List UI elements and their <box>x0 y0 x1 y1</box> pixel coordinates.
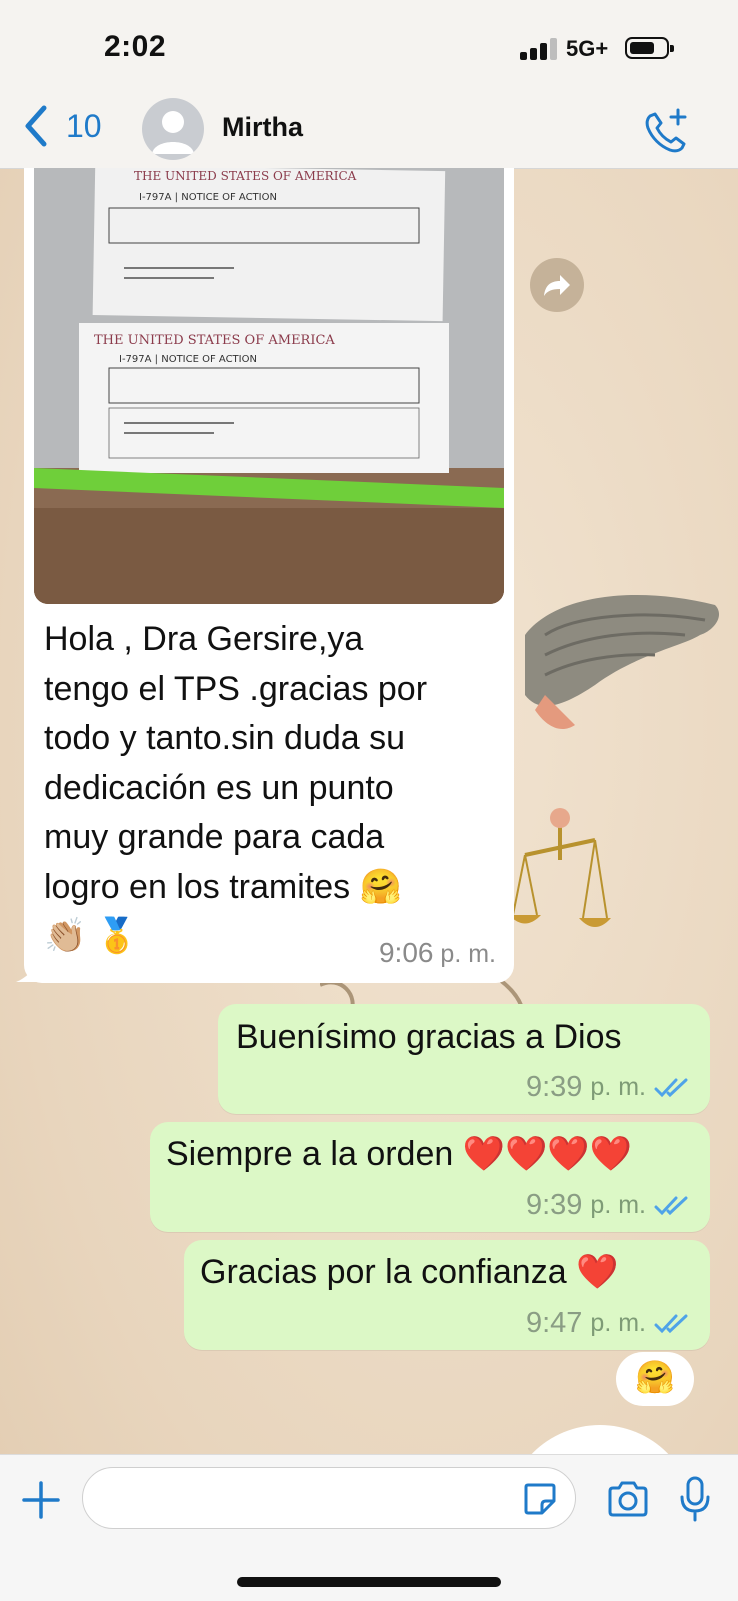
chat-header: 2:02 5G+ 10 Mirtha <box>0 0 738 169</box>
sticker-icon[interactable] <box>522 1481 558 1517</box>
plus-icon[interactable] <box>20 1479 62 1521</box>
home-indicator <box>237 1577 501 1587</box>
incoming-message-text: Hola , Dra Gersire,ya tengo el TPS .grac… <box>44 620 428 955</box>
outgoing-message-bubble[interactable]: Buenísimo gracias a Dios 9:39 p. m. <box>218 1004 710 1114</box>
message-meta: 9:47 p. m. <box>526 1307 692 1340</box>
contact-name[interactable]: Mirtha <box>222 112 303 143</box>
add-call-icon[interactable] <box>640 106 692 156</box>
message-ampm: p. m. <box>590 1309 646 1337</box>
message-ampm: p. m. <box>590 1191 646 1219</box>
outgoing-message-bubble[interactable]: Gracias por la confianza ❤️ 9:47 p. m. <box>184 1240 710 1350</box>
forward-button[interactable] <box>530 258 584 312</box>
camera-icon[interactable] <box>606 1479 650 1519</box>
incoming-message-time: 9:06 p. m. <box>378 937 496 968</box>
status-time: 2:02 <box>104 30 167 63</box>
reaction-emoji: 🤗 <box>635 1359 675 1395</box>
composer-bar <box>0 1454 738 1601</box>
photo-content: THE UNITED STATES OF AMERICA I-797A | NO… <box>34 168 504 604</box>
justice-scales-illustration <box>509 808 611 927</box>
bubble-tail <box>16 958 40 982</box>
person-icon <box>152 111 194 154</box>
message-ampm: p. m. <box>590 1073 646 1101</box>
chevron-left-icon <box>25 105 47 147</box>
message-time: 9:39 <box>525 1071 583 1103</box>
outgoing-message-text: Gracias por la confianza ❤️ <box>200 1253 619 1291</box>
read-receipt-icon <box>654 1314 688 1333</box>
outgoing-message-text: Siempre a la orden ❤️❤️❤️❤️ <box>166 1135 633 1173</box>
read-receipt-icon <box>654 1196 688 1215</box>
battery-icon <box>625 37 674 59</box>
outgoing-message-bubble[interactable]: Siempre a la orden ❤️❤️❤️❤️ 9:39 p. m. <box>150 1122 710 1232</box>
cellular-signal-icon <box>520 38 557 60</box>
forward-arrow-icon <box>544 275 570 296</box>
incoming-message-bubble[interactable]: THE UNITED STATES OF AMERICA I-797A | NO… <box>24 168 514 983</box>
unread-count: 10 <box>66 107 102 144</box>
photo-heading-2: THE UNITED STATES OF AMERICA <box>94 333 335 348</box>
microphone-icon[interactable] <box>678 1475 712 1523</box>
attached-photo[interactable]: THE UNITED STATES OF AMERICA I-797A | NO… <box>34 168 504 604</box>
angel-wing-illustration <box>525 595 720 730</box>
photo-heading-1: THE UNITED STATES OF AMERICA <box>134 169 357 183</box>
contact-avatar[interactable] <box>142 98 204 160</box>
message-time: 9:39 <box>525 1189 583 1221</box>
message-meta: 9:39 p. m. <box>526 1071 692 1104</box>
back-button[interactable]: 10 <box>22 104 102 148</box>
photo-form-2: I-797A | NOTICE OF ACTION <box>119 354 257 365</box>
network-type: 5G+ <box>566 36 609 61</box>
photo-form-1: I-797A | NOTICE OF ACTION <box>139 192 277 203</box>
outgoing-message-text: Buenísimo gracias a Dios <box>236 1018 622 1056</box>
message-input[interactable] <box>82 1467 576 1529</box>
read-receipt-icon <box>654 1078 688 1097</box>
message-meta: 9:39 p. m. <box>526 1189 692 1222</box>
message-time: 9:47 <box>525 1307 583 1339</box>
reaction-emoji-bubble[interactable]: 🤗 <box>616 1352 694 1406</box>
